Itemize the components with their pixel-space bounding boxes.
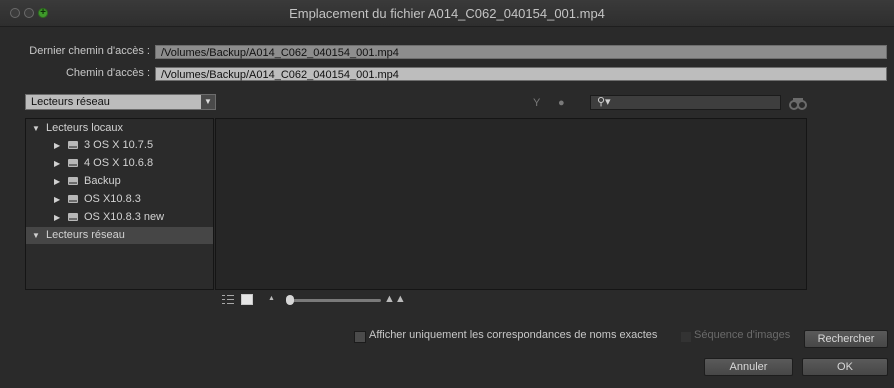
exact-match-checkbox[interactable]: [354, 331, 366, 343]
window-title: Emplacement du fichier A014_C062_040154_…: [289, 6, 605, 21]
caret-right-icon[interactable]: ▶: [54, 173, 60, 190]
tree-item-drive[interactable]: ▶ OS X10.8.3 new: [26, 209, 213, 226]
tree-item-drive[interactable]: ▶ OS X10.8.3: [26, 191, 213, 208]
caret-right-icon[interactable]: ▶: [54, 155, 60, 172]
image-sequence-label: Séquence d'images: [694, 329, 791, 341]
tree-section-network[interactable]: ▼ Lecteurs réseau: [26, 227, 213, 244]
file-list[interactable]: [215, 118, 807, 290]
search-button[interactable]: Rechercher: [804, 330, 888, 348]
filter-icon[interactable]: Y: [533, 97, 540, 109]
view-options-icon[interactable]: ●: [558, 97, 565, 109]
icon-view-icon[interactable]: [241, 294, 253, 305]
search-icon[interactable]: ⚲▾: [597, 96, 611, 109]
drive-icon: [68, 159, 78, 167]
drive-icon: [68, 195, 78, 203]
cancel-button[interactable]: Annuler: [704, 358, 793, 376]
drive-label: 4 OS X 10.6.8: [84, 157, 154, 169]
path-field[interactable]: /Volumes/Backup/A014_C062_040154_001.mp4: [155, 67, 887, 81]
caret-right-icon[interactable]: ▶: [54, 191, 60, 208]
tree-section-local[interactable]: ▼ Lecteurs locaux: [26, 120, 213, 137]
path-label: Chemin d'accès :: [65, 67, 150, 79]
drive-icon: [68, 141, 78, 149]
tree-item-drive[interactable]: ▶ 3 OS X 10.7.5: [26, 137, 213, 154]
drive-icon: [68, 177, 78, 185]
zoom-slider[interactable]: [288, 299, 381, 302]
caret-right-icon[interactable]: ▶: [54, 209, 60, 226]
binoculars-icon[interactable]: [789, 95, 807, 111]
location-tree: ▼ Lecteurs locaux ▶ 3 OS X 10.7.5 ▶ 4 OS…: [25, 118, 214, 290]
search-input[interactable]: ⚲▾: [590, 95, 781, 110]
tree-item-drive[interactable]: ▶ Backup: [26, 173, 213, 190]
ok-button[interactable]: OK: [802, 358, 888, 376]
last-path-label: Dernier chemin d'accès :: [29, 45, 150, 57]
drive-label: OS X10.8.3: [84, 193, 141, 205]
drive-label: Backup: [84, 175, 121, 187]
list-view-icon[interactable]: [222, 294, 234, 305]
zoom-slider-thumb[interactable]: [286, 295, 294, 305]
tree-section-label: Lecteurs réseau: [46, 229, 125, 241]
tree-section-label: Lecteurs locaux: [46, 122, 124, 134]
tree-item-drive[interactable]: ▶ 4 OS X 10.6.8: [26, 155, 213, 172]
zoom-in-icon[interactable]: ▲▲: [384, 293, 406, 305]
drive-label: OS X10.8.3 new: [84, 211, 165, 223]
caret-right-icon[interactable]: ▶: [54, 137, 60, 154]
chevron-down-icon: ▼: [201, 95, 215, 109]
exact-match-label: Afficher uniquement les correspondances …: [369, 329, 658, 341]
title-bar: + Emplacement du fichier A014_C062_04015…: [0, 0, 894, 27]
drive-icon: [68, 213, 78, 221]
caret-down-icon[interactable]: ▼: [32, 120, 40, 137]
image-sequence-checkbox[interactable]: [680, 331, 692, 343]
last-path-field[interactable]: /Volumes/Backup/A014_C062_040154_001.mp4: [155, 45, 887, 59]
location-dropdown[interactable]: Lecteurs réseau ▼: [25, 94, 216, 110]
drive-label: 3 OS X 10.7.5: [84, 139, 154, 151]
caret-down-icon[interactable]: ▼: [32, 227, 40, 244]
zoom-out-icon[interactable]: ▲: [268, 295, 275, 302]
location-dropdown-value: Lecteurs réseau: [31, 96, 110, 108]
